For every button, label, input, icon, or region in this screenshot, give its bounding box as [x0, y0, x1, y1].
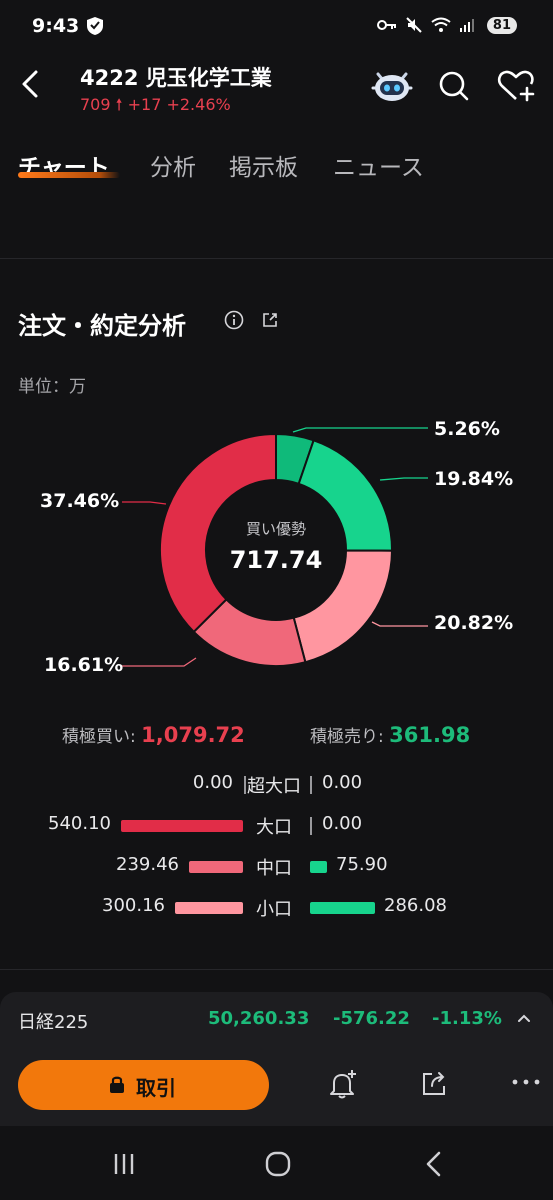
back-arrow-icon[interactable] [14, 64, 48, 104]
sell-volume-value: 286.08 [384, 895, 447, 916]
add-favorite-icon[interactable] [496, 68, 536, 104]
recent-apps-icon[interactable] [110, 1150, 138, 1178]
tab-bar: チャート 分析 掲示板 ニュース [0, 140, 553, 190]
sell-volume-bar [310, 776, 312, 794]
shield-icon [87, 17, 103, 35]
up-arrow-icon: 🠕 [115, 95, 123, 114]
order-size-label: 小口 [256, 899, 292, 920]
system-nav-bar [0, 1126, 553, 1200]
sell-volume-bar [310, 861, 327, 873]
sell-total-value: 361.98 [389, 723, 471, 747]
sell-volume-value: 75.90 [336, 854, 388, 875]
slice-label: 5.26% [434, 418, 500, 440]
status-time: 9:43 [32, 15, 80, 37]
leader-line [292, 427, 428, 433]
sell-volume-bar [310, 817, 312, 835]
trade-button-label: 取引 [136, 1076, 176, 1100]
price-alert-bell-icon[interactable] [328, 1068, 358, 1100]
donut-center-value: 717.74 [229, 546, 323, 574]
share-icon[interactable] [420, 1070, 448, 1098]
active-tab-indicator [18, 172, 120, 178]
robot-assistant-icon[interactable] [370, 66, 414, 104]
stock-change-pct: +2.46% [166, 95, 231, 114]
divider [0, 258, 553, 259]
index-change: -576.22 [333, 1008, 410, 1029]
order-size-label: 中口 [256, 858, 292, 879]
search-icon[interactable] [436, 68, 472, 104]
breakdown-row: 300.16 小口 286.08 [0, 893, 553, 923]
leader-line [122, 501, 167, 505]
mute-icon [406, 17, 422, 33]
chevron-up-icon[interactable] [514, 1008, 534, 1028]
buy-volume-bar [244, 776, 246, 794]
donut-center-label: 買い優勢 [245, 520, 306, 538]
bottom-panel: 日経225 50,260.33 -576.22 -1.13% 取引 [0, 992, 553, 1126]
slice-label: 20.82% [434, 612, 514, 634]
share-icon[interactable] [260, 310, 280, 330]
key-icon [376, 20, 396, 30]
battery-indicator: 81 [486, 16, 517, 34]
slice-label: 19.84% [434, 468, 514, 490]
stock-header: 4222 児玉化学工業 709 🠕 +17 +2.46% [0, 56, 553, 120]
index-change-pct: -1.13% [432, 1008, 502, 1029]
index-name[interactable]: 日経225 [18, 1008, 88, 1034]
lock-icon [110, 1076, 124, 1093]
tab-board[interactable]: 掲示板 [229, 148, 298, 182]
aggressive-buy-total: 積極買い: 1,079.72 [62, 722, 245, 747]
unit-label: 単位：万 [18, 377, 86, 397]
breakdown-row: 0.00 超大口 0.00 [0, 770, 553, 800]
info-icon[interactable] [224, 310, 244, 330]
sell-volume-value: 0.00 [322, 813, 363, 834]
back-icon[interactable] [422, 1150, 446, 1178]
trade-button[interactable]: 取引 [18, 1060, 269, 1110]
wifi-icon [431, 17, 451, 32]
breakdown-row: 239.46 中口 75.90 [0, 852, 553, 882]
order-flow-donut: 5.26% 19.84% 20.82% 16.61% 37.46% 買い優勢 7… [0, 400, 553, 700]
leader-line [379, 477, 428, 481]
slice-label: 16.61% [44, 654, 124, 676]
buy-total-label: 積極買い: [62, 727, 136, 747]
tab-news[interactable]: ニュース [333, 148, 424, 182]
slice-label: 37.46% [40, 490, 120, 512]
stock-title: 4222 児玉化学工業 [80, 66, 272, 90]
order-size-label: 大口 [256, 817, 292, 838]
signal-icon [459, 19, 474, 32]
buy-volume-value: 0.00 [192, 772, 233, 793]
buy-volume-bar [121, 820, 243, 832]
buy-volume-value: 540.10 [48, 813, 111, 834]
tab-analysis[interactable]: 分析 [150, 148, 196, 182]
leader-line [371, 621, 428, 627]
sell-total-label: 積極売り: [310, 727, 384, 747]
stock-price-line: 709 🠕 +17 +2.46% [80, 94, 231, 121]
sell-volume-value: 0.00 [322, 772, 363, 793]
index-value: 50,260.33 [208, 1008, 310, 1029]
section-title: 注文・約定分析 [18, 312, 186, 340]
buy-volume-bar [189, 861, 243, 873]
stock-price: 709 [80, 95, 111, 114]
order-size-label: 超大口 [247, 776, 301, 797]
buy-total-value: 1,079.72 [141, 723, 245, 747]
buy-volume-bar [175, 902, 243, 914]
divider [0, 969, 553, 970]
aggressive-sell-total: 積極売り: 361.98 [310, 722, 470, 747]
breakdown-row: 540.10 大口 0.00 [0, 811, 553, 841]
buy-volume-value: 300.16 [102, 895, 165, 916]
sell-volume-bar [310, 902, 375, 914]
system-icons: 81 [376, 16, 517, 34]
stock-change: +17 [127, 95, 162, 114]
home-icon[interactable] [264, 1150, 292, 1178]
leader-line [122, 657, 197, 667]
status-bar: 9:43 81 [0, 0, 553, 56]
buy-volume-value: 239.46 [116, 854, 179, 875]
more-options-icon[interactable] [510, 1074, 542, 1090]
